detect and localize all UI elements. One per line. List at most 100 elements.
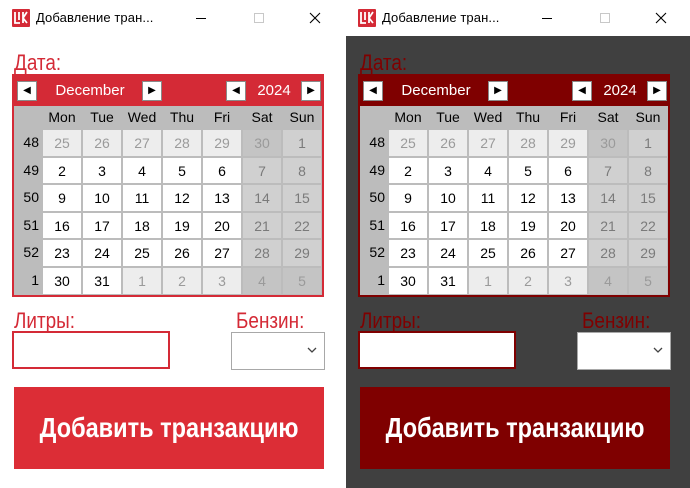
calendar-day[interactable]: 25 <box>42 129 82 157</box>
calendar-day[interactable]: 6 <box>548 156 588 185</box>
calendar-day[interactable]: 20 <box>202 211 242 240</box>
calendar-day[interactable]: 5 <box>282 266 322 295</box>
calendar-day[interactable]: 25 <box>468 239 508 267</box>
add-transaction-button[interactable]: Добавить транзакцию <box>14 387 324 469</box>
calendar-day[interactable]: 27 <box>122 129 162 157</box>
calendar-day[interactable]: 12 <box>162 184 202 212</box>
fuel-select[interactable] <box>577 332 671 370</box>
calendar-day[interactable]: 27 <box>202 239 242 267</box>
calendar-day[interactable]: 5 <box>628 266 668 295</box>
calendar-day[interactable]: 14 <box>242 184 282 212</box>
calendar-day[interactable]: 29 <box>628 239 668 267</box>
calendar-day[interactable]: 6 <box>202 156 242 185</box>
calendar-day[interactable]: 18 <box>122 211 162 240</box>
calendar-day[interactable]: 29 <box>202 129 242 157</box>
calendar-day[interactable]: 10 <box>82 184 122 212</box>
calendar-day[interactable]: 28 <box>162 129 202 157</box>
add-transaction-button[interactable]: Добавить транзакцию <box>360 387 670 469</box>
calendar-day[interactable]: 28 <box>508 129 548 157</box>
calendar-day[interactable]: 4 <box>242 266 282 295</box>
calendar-day[interactable]: 22 <box>282 211 322 240</box>
prev-month-button[interactable]: ◀ <box>363 81 383 101</box>
calendar-month[interactable]: December <box>384 76 488 106</box>
calendar-day[interactable]: 27 <box>468 129 508 157</box>
maximize-button[interactable] <box>582 0 628 36</box>
calendar-day[interactable]: 2 <box>388 156 428 185</box>
calendar-day[interactable]: 31 <box>428 266 468 295</box>
calendar-day[interactable]: 28 <box>242 239 282 267</box>
calendar-day[interactable]: 2 <box>508 266 548 295</box>
calendar-day[interactable]: 26 <box>162 239 202 267</box>
calendar-day[interactable]: 4 <box>468 156 508 185</box>
calendar-day[interactable]: 29 <box>548 129 588 157</box>
calendar-day[interactable]: 13 <box>548 184 588 212</box>
calendar-day[interactable]: 4 <box>122 156 162 185</box>
calendar-day[interactable]: 22 <box>628 211 668 240</box>
calendar-day[interactable]: 29 <box>282 239 322 267</box>
calendar-day[interactable]: 12 <box>508 184 548 212</box>
calendar-day[interactable]: 17 <box>428 211 468 240</box>
calendar-day[interactable]: 9 <box>388 184 428 212</box>
calendar-day[interactable]: 26 <box>428 129 468 157</box>
calendar-day[interactable]: 4 <box>588 266 628 295</box>
calendar-day[interactable]: 20 <box>548 211 588 240</box>
calendar-month[interactable]: December <box>38 76 142 106</box>
calendar-day[interactable]: 3 <box>428 156 468 185</box>
calendar-year[interactable]: 2024 <box>247 76 301 106</box>
calendar-day[interactable]: 15 <box>282 184 322 212</box>
date-calendar[interactable]: ◀ December ▶ ◀ 2024 ▶ Mon Tue Wed Thu Fri Sat… <box>358 74 670 297</box>
calendar-day[interactable]: 1 <box>468 266 508 295</box>
next-year-button[interactable]: ▶ <box>647 81 667 101</box>
calendar-day[interactable]: 5 <box>508 156 548 185</box>
calendar-day[interactable]: 16 <box>388 211 428 240</box>
calendar-day[interactable]: 3 <box>82 156 122 185</box>
calendar-day[interactable]: 11 <box>122 184 162 212</box>
calendar-day[interactable]: 21 <box>588 211 628 240</box>
calendar-day[interactable]: 23 <box>42 239 82 267</box>
calendar-day[interactable]: 28 <box>588 239 628 267</box>
prev-year-button[interactable]: ◀ <box>226 81 246 101</box>
prev-year-button[interactable]: ◀ <box>572 81 592 101</box>
calendar-day[interactable]: 2 <box>42 156 82 185</box>
calendar-day[interactable]: 31 <box>82 266 122 295</box>
calendar-day[interactable]: 7 <box>242 156 282 185</box>
prev-month-button[interactable]: ◀ <box>17 81 37 101</box>
litres-input[interactable] <box>358 331 516 369</box>
close-button[interactable] <box>638 0 684 36</box>
calendar-day[interactable]: 17 <box>82 211 122 240</box>
calendar-day[interactable]: 3 <box>202 266 242 295</box>
calendar-day[interactable]: 7 <box>588 156 628 185</box>
maximize-button[interactable] <box>236 0 282 36</box>
minimize-button[interactable] <box>178 0 224 36</box>
calendar-day[interactable]: 23 <box>388 239 428 267</box>
calendar-day[interactable]: 3 <box>548 266 588 295</box>
calendar-day[interactable]: 15 <box>628 184 668 212</box>
date-calendar[interactable]: ◀ December ▶ ◀ 2024 ▶ Mon Tue Wed Thu Fri Sat… <box>12 74 324 297</box>
calendar-day[interactable]: 18 <box>468 211 508 240</box>
litres-input[interactable] <box>12 331 170 369</box>
calendar-day[interactable]: 30 <box>388 266 428 295</box>
calendar-day[interactable]: 11 <box>468 184 508 212</box>
calendar-day[interactable]: 27 <box>548 239 588 267</box>
close-button[interactable] <box>292 0 338 36</box>
calendar-day[interactable]: 16 <box>42 211 82 240</box>
calendar-day[interactable]: 21 <box>242 211 282 240</box>
calendar-day[interactable]: 14 <box>588 184 628 212</box>
calendar-day[interactable]: 19 <box>508 211 548 240</box>
calendar-day[interactable]: 8 <box>628 156 668 185</box>
calendar-day[interactable]: 1 <box>282 129 322 157</box>
calendar-day[interactable]: 13 <box>202 184 242 212</box>
calendar-year[interactable]: 2024 <box>593 76 647 106</box>
next-month-button[interactable]: ▶ <box>142 81 162 101</box>
next-year-button[interactable]: ▶ <box>301 81 321 101</box>
calendar-day[interactable]: 26 <box>508 239 548 267</box>
calendar-day[interactable]: 25 <box>388 129 428 157</box>
calendar-day[interactable]: 30 <box>588 129 628 157</box>
calendar-day[interactable]: 24 <box>428 239 468 267</box>
calendar-day[interactable]: 30 <box>42 266 82 295</box>
calendar-day[interactable]: 1 <box>628 129 668 157</box>
calendar-day[interactable]: 30 <box>242 129 282 157</box>
minimize-button[interactable] <box>524 0 570 36</box>
fuel-select[interactable] <box>231 332 325 370</box>
calendar-day[interactable]: 10 <box>428 184 468 212</box>
